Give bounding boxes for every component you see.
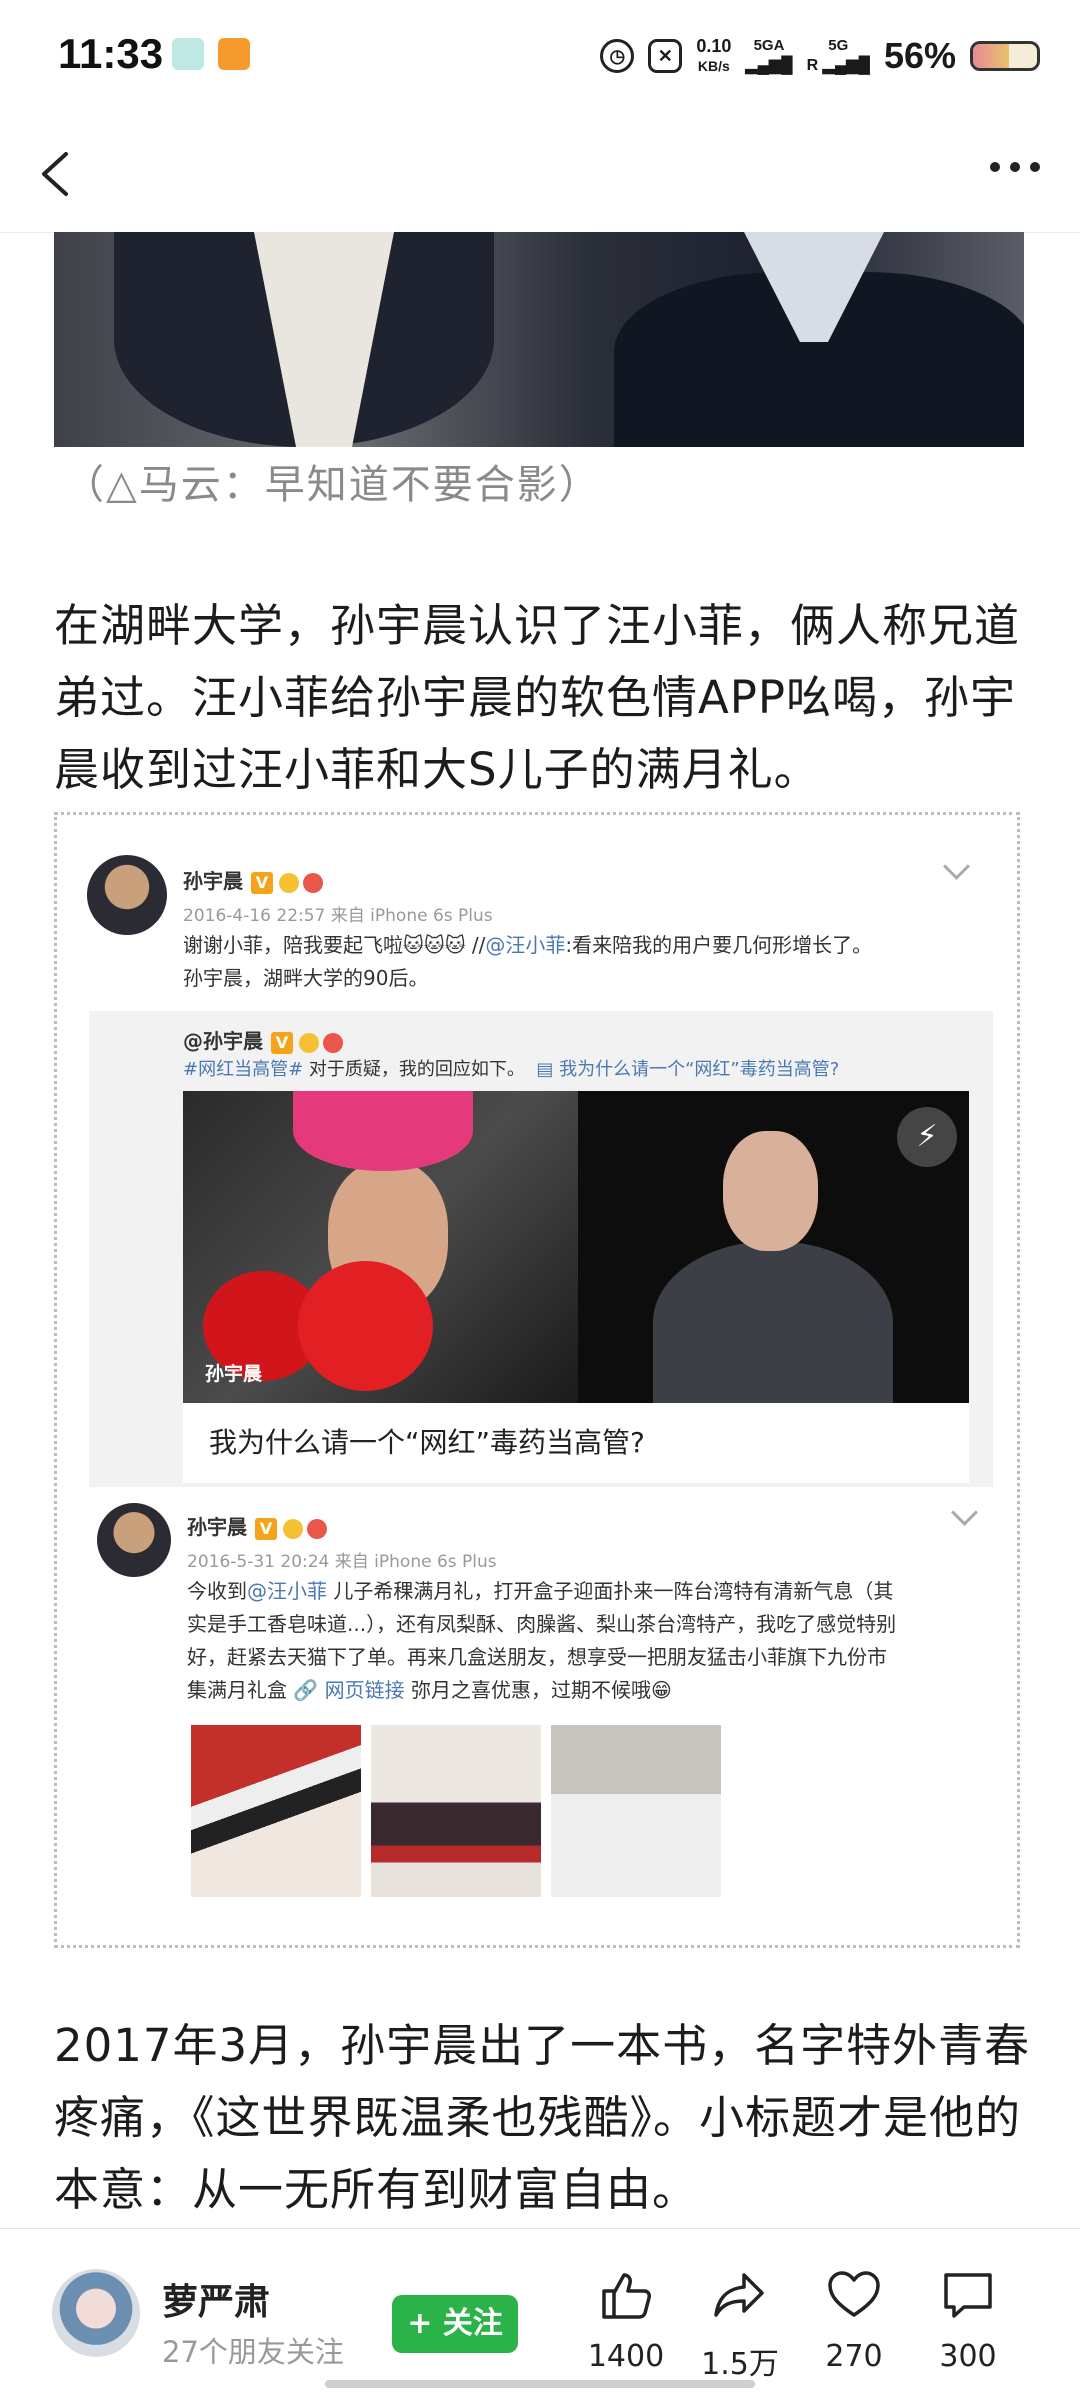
status-indicators: ◷ ✕ 0.10 KB/s 5GA ▂▄▆█ 5G R ▂▄▆█ 56%: [600, 28, 1040, 84]
signal-5g-label: 5G: [828, 37, 849, 54]
signal-5ga: 5GA ▂▄▆█: [745, 36, 792, 76]
photo-caption: （△马云：早知道不要合影）: [64, 462, 601, 508]
level-badge: [303, 872, 323, 893]
post1-text-c: 孙宇晨，湖畔大学的90后。: [183, 966, 429, 990]
article-photo-group[interactable]: [54, 232, 1024, 447]
repost-text: #网红当高管# 对于质疑，我的回应如下。 ▤ 我为什么请一个“网红”毒药当高管?: [183, 1053, 839, 1086]
video-cover[interactable]: ⚡ 孙宇晨: [183, 1091, 969, 1403]
like-count: 1400: [587, 2339, 665, 2374]
post2-line1-b: 儿子希稞满月礼，打开盒子迎面扑来一阵台湾特有清新气息（其: [327, 1579, 894, 1603]
alarm-icon: ◷: [600, 39, 635, 73]
post2-line2: 实是手工香皂味道...），还有凤梨酥、肉臊酱、梨山茶台湾特产，我吃了感觉特别: [187, 1612, 897, 1636]
like-icon: [602, 2273, 651, 2319]
comment-icon: [944, 2273, 992, 2318]
author-name[interactable]: 萝严肃: [162, 2273, 270, 2325]
favorite-icon: [828, 2271, 880, 2317]
status-bar: 11:33 ◷ ✕ 0.10 KB/s 5GA ▂▄▆█ 5G R ▂▄▆█ 5…: [0, 0, 1080, 110]
level-badge: [323, 1032, 343, 1053]
battery-percentage: 56%: [883, 35, 956, 76]
post1-author-name: 孙宇晨: [183, 869, 243, 893]
article-paragraph-2: 2017年3月，孙宇晨出了一本书，名字特外青春疼痛，《这世界既温柔也残酷》。小标…: [54, 2019, 1031, 2216]
repost-author-name: @孙宇晨: [183, 1029, 263, 1053]
post2-line4-b: 弥月之喜优惠，过期不候哦😁: [404, 1678, 672, 1702]
back-arrow-icon: [42, 152, 68, 196]
home-indicator[interactable]: [325, 2380, 755, 2388]
article-paragraph-1: 在湖畔大学，孙宇晨认识了汪小菲，俩人称兄道弟过。汪小菲给孙宇晨的软色情APP吆喝…: [54, 599, 1021, 796]
more-dots-icon: [990, 162, 1000, 172]
post2-line1-a: 今收到: [187, 1579, 247, 1603]
repost-author: @孙宇晨 V: [183, 1025, 343, 1054]
favorite-button[interactable]: 270: [794, 2269, 914, 2374]
net-speed-unit: KB/s: [697, 58, 730, 74]
author-followers: 27个朋友关注: [162, 2335, 344, 2369]
avatar: [97, 1503, 171, 1577]
favorite-count: 270: [825, 2339, 883, 2374]
cover-title[interactable]: 我为什么请一个“网红”毒药当高管?: [183, 1403, 969, 1483]
more-options-button[interactable]: [990, 162, 1040, 172]
bottom-action-bar: 萝严肃 27个朋友关注 + 关注 1400 1.5万 270 300: [0, 2228, 1080, 2401]
vip-badge: V: [271, 1031, 293, 1054]
avatar: [87, 855, 167, 935]
signal-bars-icon: ▂▄▆█: [745, 57, 793, 74]
share-button[interactable]: 1.5万: [680, 2269, 800, 2383]
chevron-down-icon[interactable]: [951, 1499, 978, 1526]
web-link[interactable]: 🔗 网页链接: [293, 1678, 404, 1702]
post1-meta: 2016-4-16 22:57 来自 iPhone 6s Plus: [183, 906, 493, 926]
play-icon[interactable]: ⚡: [897, 1107, 957, 1167]
post2-meta: 2016-5-31 20:24 来自 iPhone 6s Plus: [187, 1552, 497, 1572]
medal-badge: [283, 1518, 303, 1539]
gift-photo-1[interactable]: [191, 1725, 361, 1897]
author-avatar[interactable]: [52, 2269, 140, 2357]
notification-video-icon: [218, 38, 250, 70]
post1-author: 孙宇晨 V: [183, 865, 323, 894]
mention-link[interactable]: @汪小菲: [247, 1579, 327, 1603]
comment-count: 300: [939, 2339, 997, 2374]
signal-5g-bars: R ▂▄▆█: [806, 57, 870, 74]
post2-author: 孙宇晨 V: [187, 1511, 327, 1540]
battery-fill: [973, 44, 1009, 68]
gift-photo-2[interactable]: [371, 1725, 541, 1897]
medal-badge: [299, 1032, 319, 1053]
back-button[interactable]: [36, 150, 76, 196]
hashtag-link[interactable]: #网红当高管#: [183, 1059, 303, 1080]
level-badge: [307, 1518, 327, 1539]
post1-text-a: 谢谢小菲，陪我要起飞啦🐱🐱🐱 //: [183, 933, 486, 957]
post2-line4-a: 集满月礼盒: [187, 1678, 294, 1702]
signal-5g-roaming: R: [806, 57, 819, 74]
signal-5ga-label: 5GA: [753, 37, 785, 54]
comment-button[interactable]: 300: [908, 2269, 1028, 2374]
net-speed: 0.10 KB/s: [696, 36, 731, 76]
article-link[interactable]: ▤ 我为什么请一个“网红”毒药当高管?: [536, 1059, 839, 1080]
top-nav-bar: [0, 110, 1080, 233]
mention-link[interactable]: @汪小菲: [485, 933, 565, 957]
post2-author-name: 孙宇晨: [187, 1515, 247, 1539]
post1-text: 谢谢小菲，陪我要起飞啦🐱🐱🐱 //@汪小菲:看来陪我的用户要几何形增长了。 孙宇…: [183, 929, 872, 995]
repost-card[interactable]: @孙宇晨 V #网红当高管# 对于质疑，我的回应如下。 ▤ 我为什么请一个“网红”…: [89, 1011, 993, 1487]
vip-badge: V: [255, 1517, 277, 1540]
like-button[interactable]: 1400: [566, 2269, 686, 2374]
battery-icon: [970, 41, 1040, 71]
post2-line3: 好，赶紧去天猫下了单。再来几盒送朋友，想享受一把朋友猛击小菲旗下九份市: [187, 1645, 887, 1669]
net-speed-value: 0.10: [696, 36, 732, 56]
share-icon: [714, 2273, 764, 2317]
gift-photo-3[interactable]: [551, 1725, 721, 1897]
medal-badge: [279, 872, 299, 893]
share-count: 1.5万: [701, 2347, 779, 2382]
post1-text-b: :看来陪我的用户要几何形增长了。: [565, 933, 873, 957]
repost-body: 对于质疑，我的回应如下。: [303, 1059, 525, 1080]
vip-badge: V: [251, 871, 273, 894]
embedded-weibo-screenshot[interactable]: 孙宇晨 V 2016-4-16 22:57 来自 iPhone 6s Plus 谢…: [54, 812, 1020, 1948]
chevron-down-icon[interactable]: [943, 853, 970, 880]
mute-icon: ✕: [648, 39, 683, 73]
cover-tag: 孙宇晨: [205, 1363, 263, 1385]
status-time: 11:33: [58, 30, 164, 77]
signal-5g: 5G R ▂▄▆█: [807, 36, 870, 76]
follow-button[interactable]: + 关注: [392, 2295, 518, 2353]
post2-text: 今收到@汪小菲 儿子希稞满月礼，打开盒子迎面扑来一阵台湾特有清新气息（其 实是手…: [187, 1575, 896, 1707]
notification-app-icon: [172, 38, 204, 70]
